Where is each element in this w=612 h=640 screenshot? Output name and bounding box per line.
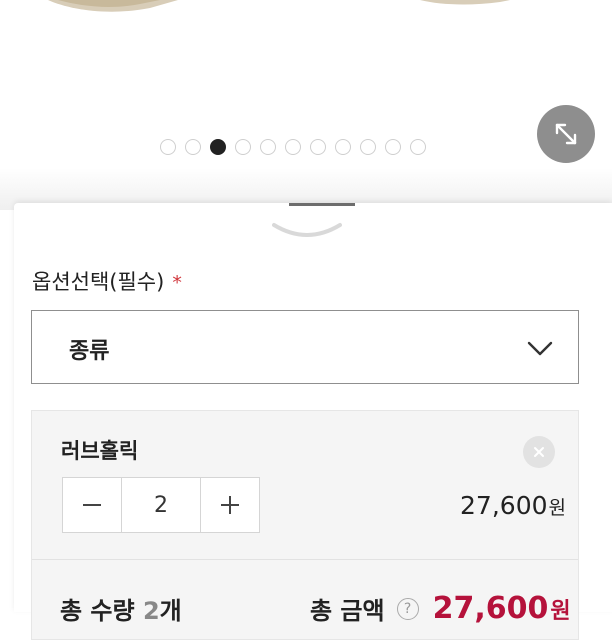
minus-icon xyxy=(83,504,101,506)
total-quantity-value: 2 xyxy=(142,597,160,625)
carousel-dot[interactable] xyxy=(310,139,326,155)
required-mark: * xyxy=(172,272,182,294)
carousel-dot[interactable] xyxy=(410,139,426,155)
carousel-pagination[interactable] xyxy=(160,139,426,155)
sheet-drag-handle[interactable] xyxy=(289,203,355,206)
quantity-stepper: 2 xyxy=(62,477,260,533)
increase-quantity-button[interactable] xyxy=(201,478,259,532)
selected-item-card: 러브홀릭 2 27,600원 총 수량 2개 총 금액 ? 27,600원 xyxy=(31,410,579,640)
item-price-value: 27,600 xyxy=(460,491,548,520)
carousel-dot[interactable] xyxy=(185,139,201,155)
carousel-dot[interactable] xyxy=(235,139,251,155)
option-sheet: 옵션선택(필수) * 종류 러브홀릭 2 27,600원 총 수량 2개 총 금… xyxy=(14,203,612,640)
total-quantity: 총 수량 2개 xyxy=(60,591,182,626)
select-current-value: 종류 xyxy=(69,339,110,364)
carousel-dot[interactable] xyxy=(285,139,301,155)
chevron-down-icon xyxy=(527,341,553,356)
option-label-text: 옵션선택(필수) xyxy=(32,270,165,294)
expand-image-button[interactable] xyxy=(537,105,595,163)
help-icon[interactable]: ? xyxy=(396,597,419,620)
plus-icon xyxy=(221,496,239,514)
total-amount-value-wrap: 27,600원 xyxy=(433,591,571,626)
option-select-label: 옵션선택(필수) * xyxy=(32,266,182,296)
total-quantity-unit: 개 xyxy=(159,597,182,625)
total-quantity-label: 총 수량 xyxy=(60,597,135,625)
product-image-area xyxy=(0,0,612,210)
carousel-dot[interactable] xyxy=(260,139,276,155)
item-price: 27,600원 xyxy=(460,491,566,520)
carousel-dot[interactable] xyxy=(385,139,401,155)
expand-arrows-icon xyxy=(555,123,577,145)
carousel-dot[interactable] xyxy=(160,139,176,155)
carousel-dot[interactable] xyxy=(360,139,376,155)
carousel-dot[interactable] xyxy=(210,139,226,155)
option-type-select[interactable]: 종류 xyxy=(31,310,579,384)
item-price-unit: 원 xyxy=(548,497,566,519)
collapse-chevron-icon[interactable] xyxy=(272,221,342,243)
decrease-quantity-button[interactable] xyxy=(63,478,121,532)
total-amount-label: 총 금액 xyxy=(310,597,385,625)
selected-item-name: 러브홀릭 xyxy=(61,439,139,463)
close-icon xyxy=(534,447,544,457)
divider xyxy=(32,559,578,560)
total-amount: 총 금액 ? 27,600원 xyxy=(310,591,571,626)
carousel-dot[interactable] xyxy=(335,139,351,155)
quantity-value[interactable]: 2 xyxy=(121,478,201,532)
product-image xyxy=(48,0,510,12)
total-amount-value: 27,600 xyxy=(432,591,549,626)
remove-item-button[interactable] xyxy=(523,436,555,468)
